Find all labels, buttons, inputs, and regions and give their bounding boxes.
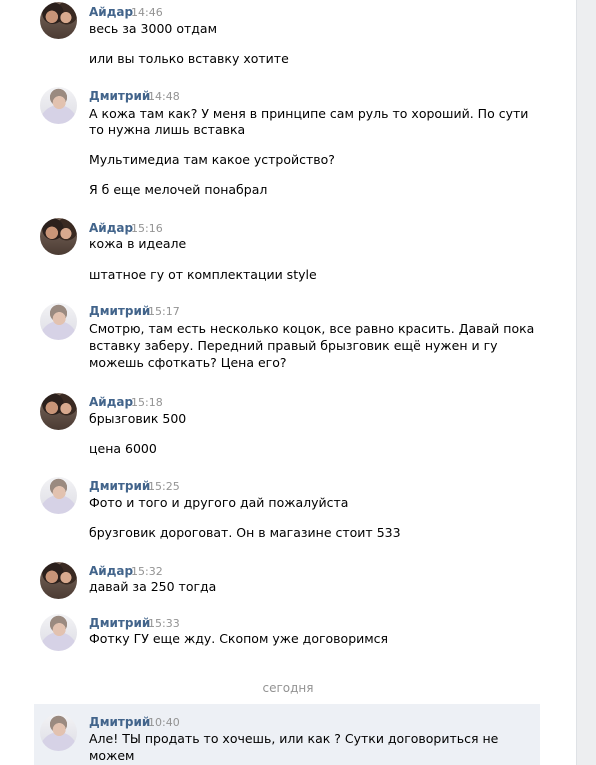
author-name[interactable]: Дмитрий xyxy=(89,89,150,103)
scrollbar-track[interactable] xyxy=(577,0,596,765)
avatar[interactable] xyxy=(40,477,77,514)
message-text: штатное гу от комплектации style xyxy=(89,267,317,282)
message-text: можем xyxy=(89,748,135,763)
message-text: кожа в идеале xyxy=(89,236,187,251)
author-name[interactable]: Айдар xyxy=(89,5,133,19)
avatar[interactable] xyxy=(40,2,77,39)
message-time[interactable]: 10:40 xyxy=(148,716,180,729)
author-name[interactable]: Дмитрий xyxy=(89,715,150,729)
message-text: можешь сфоткать? Цена его? xyxy=(89,355,287,370)
message-text: давай за 250 тогда xyxy=(89,579,217,594)
message-time[interactable]: 15:33 xyxy=(148,617,180,630)
message-text: вставку заберу. Передний правый брызгови… xyxy=(89,338,498,353)
message-time[interactable]: 15:25 xyxy=(148,480,180,493)
avatar[interactable] xyxy=(40,614,77,651)
message-text: брызговик 500 xyxy=(89,411,187,426)
message-time[interactable]: 15:16 xyxy=(131,222,163,235)
avatar[interactable] xyxy=(40,303,77,340)
date-separator: сегодня xyxy=(262,681,314,695)
message-text: Я б еще мелочей понабрал xyxy=(89,182,268,197)
author-name[interactable]: Дмитрий xyxy=(89,616,150,630)
message-text: весь за 3000 отдам xyxy=(89,21,217,36)
message-text: цена 6000 xyxy=(89,441,157,456)
message-text: брузговик дороговат. Он в магазине стоит… xyxy=(89,525,401,540)
message-text: Мультимедиа там какое устройство? xyxy=(89,152,335,167)
avatar[interactable] xyxy=(40,562,77,599)
message-time[interactable]: 15:18 xyxy=(131,396,163,409)
author-name[interactable]: Дмитрий xyxy=(89,304,150,318)
message-text: Фотку ГУ еще жду. Скопом уже договоримся xyxy=(89,631,389,646)
message-time[interactable]: 14:46 xyxy=(131,6,163,19)
chat-history: Айдар 14:46 весь за 3000 отдам или вы то… xyxy=(0,0,577,765)
message-time[interactable]: 14:48 xyxy=(148,90,180,103)
message-time[interactable]: 15:17 xyxy=(148,305,180,318)
message-text: то нужна лишь вставка xyxy=(89,122,246,137)
author-name[interactable]: Айдар xyxy=(89,395,133,409)
avatar[interactable] xyxy=(40,218,77,255)
avatar[interactable] xyxy=(40,714,77,751)
message-time[interactable]: 15:32 xyxy=(131,565,163,578)
message-text: или вы только вставку хотите xyxy=(89,51,289,66)
author-name[interactable]: Айдар xyxy=(89,564,133,578)
avatar[interactable] xyxy=(40,393,77,430)
message-text: Фото и того и другого дай пожалуйста xyxy=(89,495,349,510)
message-text: Смотрю, там есть несколько коцок, все ра… xyxy=(89,321,535,336)
avatar[interactable] xyxy=(40,87,77,124)
message-text: Але! ТЫ продать то хочешь, или как ? Сут… xyxy=(89,731,499,746)
author-name[interactable]: Айдар xyxy=(89,221,133,235)
author-name[interactable]: Дмитрий xyxy=(89,479,150,493)
